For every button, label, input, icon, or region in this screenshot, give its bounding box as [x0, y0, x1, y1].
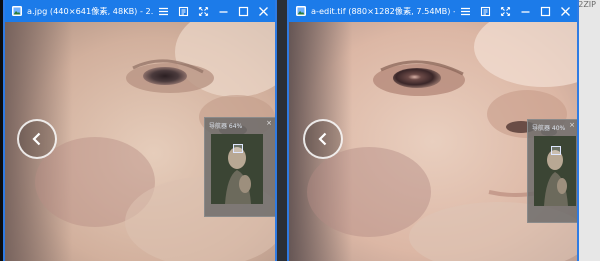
menu-icon[interactable] [455, 1, 475, 21]
titlebar[interactable]: a-edit.tif (880×1282像素, 7.54MB) - 2345..… [289, 0, 577, 22]
chevron-left-icon [32, 132, 41, 146]
close-icon[interactable] [253, 1, 273, 21]
maximize-icon[interactable] [535, 1, 555, 21]
navigator-zoom-label: 导航器 64% [209, 123, 243, 130]
close-icon[interactable] [555, 1, 575, 21]
image-viewer-window-edited[interactable]: a-edit.tif (880×1282像素, 7.54MB) - 2345..… [287, 0, 579, 261]
chevron-left-icon [318, 132, 327, 146]
app-icon [12, 6, 22, 16]
navigator-close-button[interactable]: × [569, 121, 575, 129]
image-viewport[interactable]: 导航器 40% × [289, 22, 577, 261]
app-icon [296, 6, 306, 16]
image-viewer-window-original[interactable]: a.jpg (440×641像素, 48KB) - 2... 导航器 64% × [3, 0, 277, 261]
navigator-panel[interactable]: 导航器 64% × [204, 117, 275, 217]
desktop-right-edge: 39 // win542ZIP [534, 0, 600, 261]
navigator-zoom-label: 导航器 40% [532, 125, 566, 132]
window-title: a.jpg (440×641像素, 48KB) - 2... [27, 6, 153, 16]
window-title: a-edit.tif (880×1282像素, 7.54MB) - 2345..… [311, 6, 455, 16]
fullscreen-icon[interactable] [193, 1, 213, 21]
desktop-gap [277, 0, 287, 261]
fullscreen-icon[interactable] [495, 1, 515, 21]
image-viewport[interactable]: 导航器 64% × [5, 22, 275, 261]
minimize-icon[interactable] [213, 1, 233, 21]
settings-icon[interactable] [475, 1, 495, 21]
navigator-close-button[interactable]: × [266, 119, 272, 127]
navigator-panel[interactable]: 导航器 40% × [527, 119, 577, 223]
navigator-view-rectangle[interactable] [551, 146, 561, 155]
navigator-view-rectangle[interactable] [233, 144, 243, 153]
minimize-icon[interactable] [515, 1, 535, 21]
previous-image-button[interactable] [303, 119, 343, 159]
menu-icon[interactable] [153, 1, 173, 21]
maximize-icon[interactable] [233, 1, 253, 21]
titlebar[interactable]: a.jpg (440×641像素, 48KB) - 2... [5, 0, 275, 22]
navigator-thumbnail[interactable] [211, 134, 263, 204]
settings-icon[interactable] [173, 1, 193, 21]
previous-image-button[interactable] [17, 119, 57, 159]
navigator-thumbnail[interactable] [534, 136, 576, 206]
